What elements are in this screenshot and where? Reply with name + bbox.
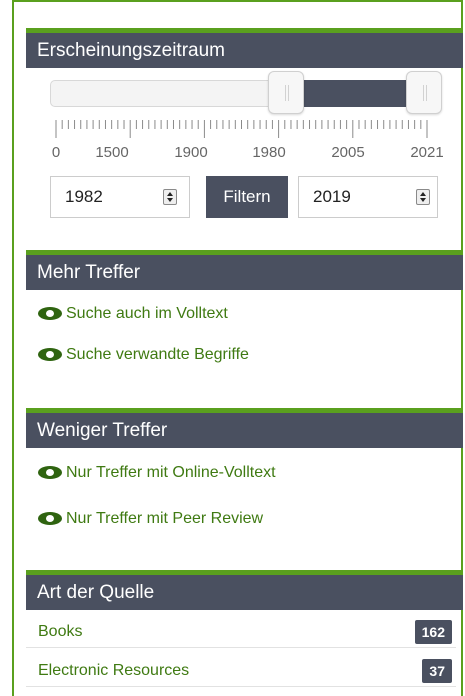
- year-scale: [55, 120, 428, 138]
- eye-icon: [38, 307, 62, 320]
- facet-item-books[interactable]: Books 162: [26, 618, 456, 648]
- up-down-spinner-icon[interactable]: [416, 189, 430, 205]
- year-to-input[interactable]: 2019: [298, 176, 438, 218]
- scale-label: 1980: [252, 144, 286, 161]
- count-badge: 162: [414, 620, 452, 644]
- scale-label: 2021: [410, 144, 444, 161]
- link-label: Suche verwandte Begriffe: [66, 346, 249, 363]
- link-online-fulltext-only[interactable]: Nur Treffer mit Online-Volltext: [38, 464, 276, 482]
- eye-icon: [38, 466, 62, 479]
- link-search-fulltext[interactable]: Suche auch im Volltext: [38, 305, 228, 323]
- scale-label: 0: [51, 144, 61, 161]
- panel-header-source-type: Art der Quelle: [26, 570, 463, 610]
- scale-label: 1500: [95, 144, 129, 161]
- scale-label: 2005: [331, 144, 365, 161]
- eye-icon: [38, 348, 62, 361]
- link-peer-review-only[interactable]: Nur Treffer mit Peer Review: [38, 510, 263, 528]
- facet-item-label: Books: [38, 623, 83, 640]
- link-label: Suche auch im Volltext: [66, 305, 228, 322]
- panel-title: Art der Quelle: [37, 582, 155, 603]
- year-from-input[interactable]: 1982: [50, 176, 190, 218]
- facet-item-label: Electronic Resources: [38, 662, 190, 679]
- scale-label: 1900: [174, 144, 208, 161]
- year-to-value: 2019: [313, 187, 351, 206]
- eye-icon: [38, 512, 62, 525]
- up-down-spinner-icon[interactable]: [163, 189, 177, 205]
- facet-item-electronic-resources[interactable]: Electronic Resources 37: [26, 657, 456, 687]
- count-badge: 37: [422, 659, 452, 683]
- panel-header-more-hits: Mehr Treffer: [26, 250, 463, 290]
- link-label: Nur Treffer mit Peer Review: [66, 510, 264, 527]
- link-label: Nur Treffer mit Online-Volltext: [66, 464, 276, 481]
- panel-header-fewer-hits: Weniger Treffer: [26, 408, 463, 448]
- panel-title: Mehr Treffer: [37, 262, 141, 283]
- year-from-value: 1982: [65, 187, 103, 206]
- filter-button[interactable]: Filtern: [206, 176, 288, 218]
- link-search-related-terms[interactable]: Suche verwandte Begriffe: [38, 346, 249, 364]
- panel-title: Weniger Treffer: [37, 420, 168, 441]
